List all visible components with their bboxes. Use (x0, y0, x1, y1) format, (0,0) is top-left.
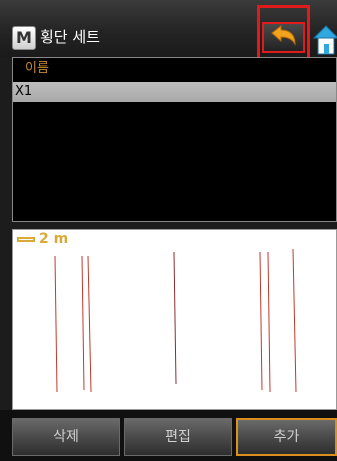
add-button[interactable]: 추가 (236, 418, 337, 456)
section-line (54, 255, 58, 393)
home-icon (312, 25, 337, 55)
section-list: 이름 X1 (12, 57, 337, 222)
app-logo[interactable]: M (12, 26, 36, 50)
window-title: 횡단 세트 (40, 28, 100, 46)
bottom-toolbar: 삭제 편집 추가 (0, 410, 337, 461)
edit-button[interactable]: 편집 (124, 418, 232, 456)
section-line (87, 255, 92, 393)
cross-section-lines (54, 248, 297, 393)
section-line (81, 255, 85, 391)
section-line (173, 251, 177, 385)
list-header-name: 이름 (25, 61, 49, 76)
back-button[interactable] (257, 5, 310, 64)
back-arrow-icon (271, 24, 296, 46)
section-line (267, 251, 271, 393)
back-button-frame[interactable] (262, 22, 305, 53)
title-bar: M 횡단 세트 (0, 0, 337, 64)
delete-button[interactable]: 삭제 (12, 418, 120, 456)
cross-section-preview: 2 m (12, 229, 337, 410)
home-button[interactable] (312, 20, 337, 56)
section-line (259, 251, 263, 391)
list-item[interactable]: X1 (13, 82, 336, 102)
section-line (292, 248, 297, 393)
